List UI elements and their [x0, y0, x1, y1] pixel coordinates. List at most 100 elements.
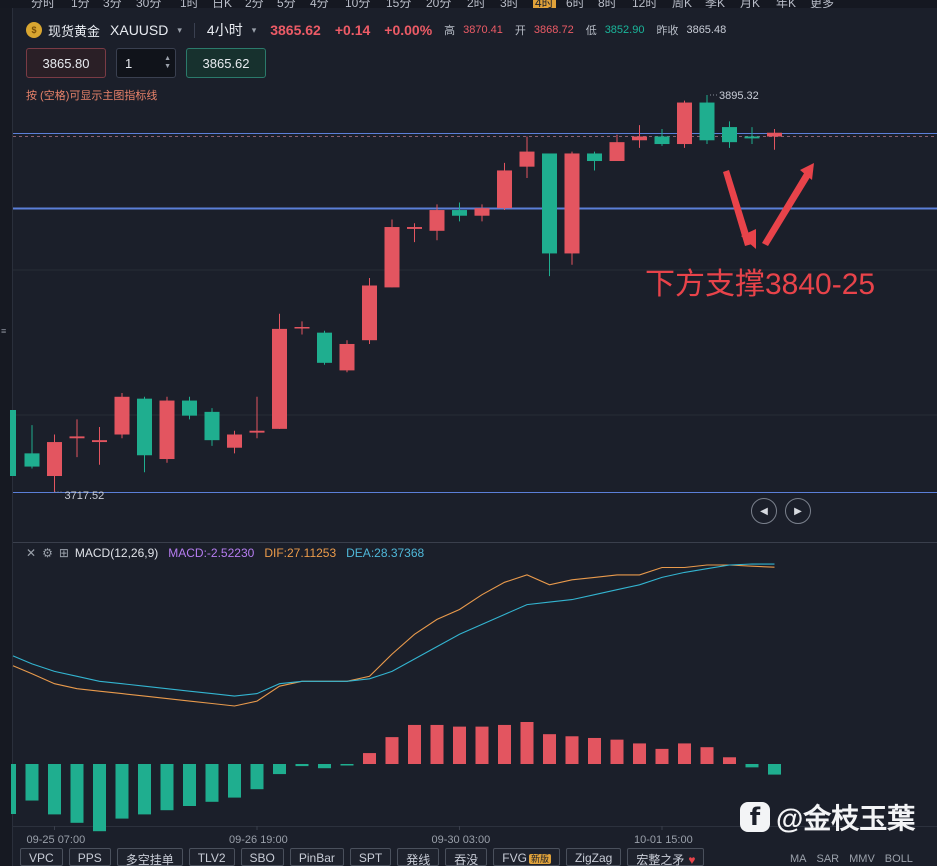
new-badge: 新版: [528, 854, 551, 864]
watermark-text: @金枝玉葉: [776, 803, 916, 834]
candle-body: [137, 398, 152, 456]
buy-price-button[interactable]: 3865.62: [186, 48, 266, 78]
macd-histogram-bar: [768, 764, 781, 775]
macd-histogram-bar: [250, 764, 264, 790]
candle-body: [294, 326, 310, 329]
skip-back-icon: ◀︎: [760, 505, 768, 517]
prev-close-label: 昨收: [656, 25, 679, 37]
candle-body: [519, 151, 535, 167]
timeframe-dropdown-icon[interactable]: ▾: [252, 25, 257, 36]
macd-histogram-bar: [588, 737, 601, 764]
candle-body: [564, 153, 580, 254]
indicator-button[interactable]: SBO: [240, 848, 284, 866]
indicator-button[interactable]: 多空挂单: [116, 848, 183, 866]
macd-histogram-bar: [25, 764, 39, 801]
macd-histogram-bar: [228, 764, 241, 798]
sell-price-button[interactable]: 3865.80: [26, 48, 106, 78]
symbol-name[interactable]: 现货黄金: [48, 21, 100, 40]
lot-size-input[interactable]: 1 ▲ ▼: [116, 48, 176, 78]
candle-body: [182, 400, 197, 416]
indicator-button[interactable]: PPS: [68, 848, 111, 866]
quick-trade-panel: 3865.80 1 ▲ ▼ 3865.62: [26, 48, 266, 78]
macd-histogram-bar: [678, 743, 691, 764]
dea-line: [12, 563, 775, 697]
candle-body: [429, 210, 445, 231]
macd-histogram-bar: [520, 722, 534, 764]
symbol-code[interactable]: XAUUSD: [110, 22, 168, 38]
macd-histogram-bar: [295, 764, 309, 767]
high-value: 3870.41: [463, 24, 503, 36]
indicator-button[interactable]: PinBar: [289, 848, 344, 866]
candle-body: [632, 136, 647, 141]
lot-size-value[interactable]: 1: [125, 56, 132, 71]
macd-histogram-bar: [610, 739, 624, 764]
macd-histogram-bar: [115, 764, 129, 819]
indicator-button[interactable]: VPC: [20, 848, 63, 866]
chart-canvas[interactable]: 3895.32 3717.52 09-25 07:00 09-26 19:00 09-3…: [0, 0, 937, 866]
timeframe-selector[interactable]: 4小时: [207, 20, 243, 40]
candle-body: [92, 440, 107, 443]
open-value: 3868.72: [533, 24, 574, 36]
indicator-button[interactable]: 宏整之矛 ♥: [627, 848, 705, 866]
dif-value: DIF:27.11253: [264, 546, 337, 560]
current-price: 3865.62: [270, 22, 321, 38]
macd-histogram-bar: [745, 764, 759, 768]
candle-body: [542, 153, 557, 254]
macd-histogram-bar: [385, 737, 399, 764]
indicator-button[interactable]: 吞没: [445, 848, 488, 866]
macd-indicator-name[interactable]: MACD(12,26,9): [75, 546, 158, 560]
facebook-icon: f: [740, 802, 770, 832]
macd-histogram-bar: [700, 747, 714, 764]
indicator-label: SPT: [358, 851, 383, 865]
candle-partial: [10, 410, 16, 476]
macd-histogram-bar: [183, 764, 196, 806]
indicator-button[interactable]: FVG 新版: [493, 848, 560, 866]
indicator-tab[interactable]: BOLL: [885, 853, 913, 865]
candle-body: [272, 328, 287, 429]
indicator-tab[interactable]: MA: [790, 853, 807, 865]
x-axis-label: 09-30 03:00: [432, 834, 491, 846]
scroll-end-button[interactable]: ▶︎: [785, 498, 811, 524]
indicator-label: 吞没: [454, 853, 479, 866]
indicator-button[interactable]: TLV2: [188, 848, 235, 866]
indicator-tab[interactable]: MMV: [849, 853, 875, 865]
high-label: 高: [444, 25, 456, 37]
indicator-label: 宏整之矛: [636, 853, 685, 866]
indicator-button[interactable]: SPT: [349, 848, 392, 866]
expand-icon[interactable]: ⊞: [59, 546, 69, 560]
indicator-button[interactable]: ZigZag: [565, 848, 622, 866]
price-change-percent: +0.00%: [384, 22, 433, 38]
open-label: 开: [514, 25, 526, 37]
x-axis-label: 09-26 19:00: [229, 834, 288, 846]
macd-histogram-bar: [318, 764, 331, 769]
scroll-start-button[interactable]: ◀︎: [751, 498, 777, 524]
indicator-label: PinBar: [298, 851, 335, 865]
candle-body: [699, 102, 715, 141]
macd-histogram-bar: [48, 764, 61, 815]
gold-coin-icon: $: [26, 22, 42, 38]
chart-navigation: ◀︎ ▶︎: [751, 498, 811, 524]
candle-body: [609, 142, 625, 162]
macd-histogram-bar: [633, 743, 646, 764]
indicator-label: 多空挂单: [125, 853, 174, 866]
candle-body: [249, 430, 265, 433]
close-icon[interactable]: ✕: [26, 546, 36, 560]
x-axis-label: 09-25 07:00: [27, 834, 86, 846]
macd-histogram-bar: [408, 724, 421, 764]
indicator-label: PPS: [77, 851, 102, 865]
indicator-label: SBO: [249, 851, 275, 865]
indicator-label: TLV2: [197, 851, 226, 865]
header-divider: [193, 22, 195, 38]
settings-icon[interactable]: ⚙: [42, 546, 53, 560]
favorite-icon[interactable]: ♥: [688, 853, 695, 866]
candle-body: [69, 436, 85, 439]
indicator-tab[interactable]: SAR: [817, 853, 840, 865]
candle-body: [677, 102, 692, 145]
macd-value: MACD:-2.52230: [168, 546, 255, 560]
indicator-button[interactable]: 発线: [397, 848, 440, 866]
macd-histogram-bar: [498, 724, 511, 764]
lot-stepper-icon[interactable]: ▲ ▼: [164, 55, 171, 71]
symbol-dropdown-icon[interactable]: ▾: [177, 25, 182, 36]
indicator-tabs: MA SAR MMV BOLL: [790, 853, 913, 865]
candle-body: [159, 400, 175, 460]
